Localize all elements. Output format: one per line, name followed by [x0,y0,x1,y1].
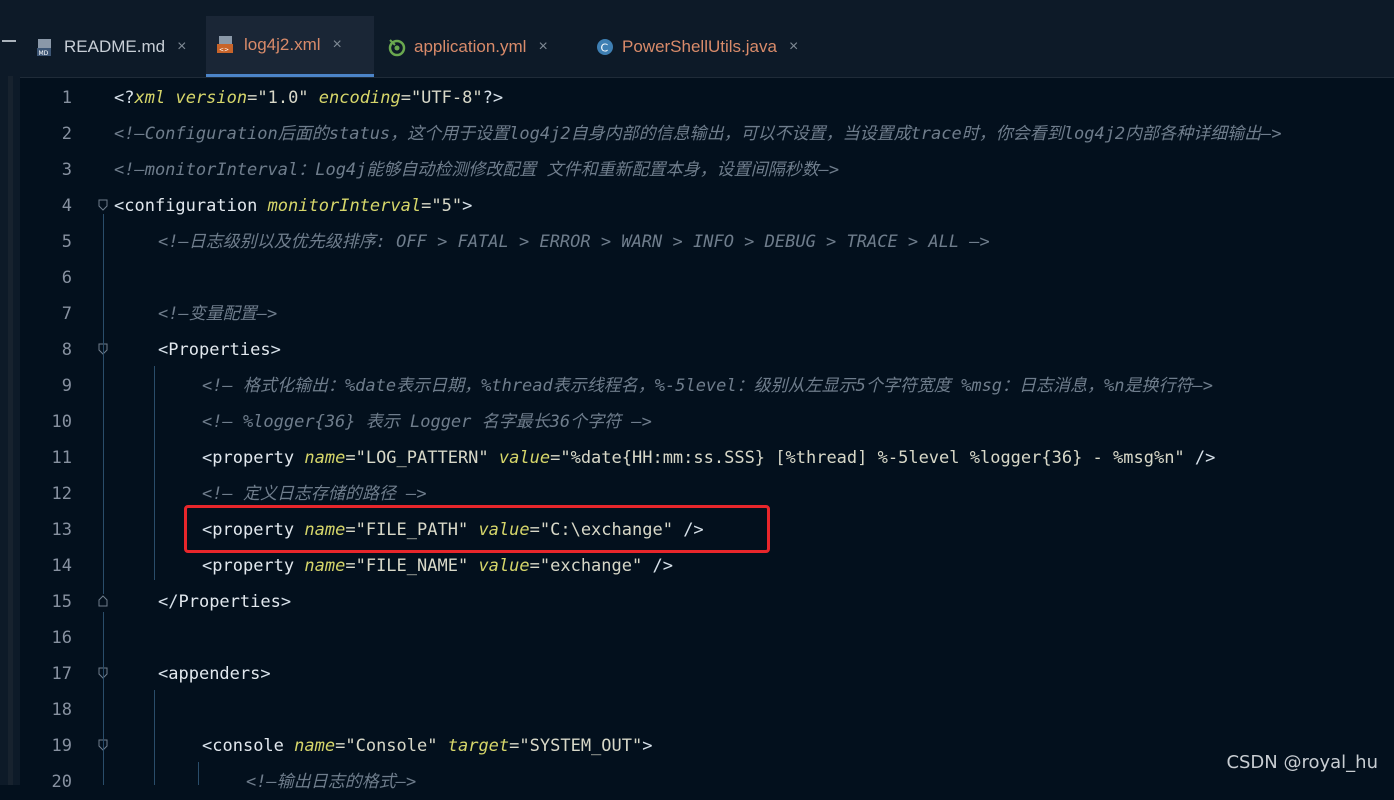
code-line-19: <console name="Console" target="SYSTEM_O… [202,728,652,764]
line-number: 15 [20,584,72,620]
code-line-1: <?xml version="1.0" encoding="UTF-8"?> [114,80,503,116]
line-number: 12 [20,476,72,512]
left-tool-strip [0,16,20,785]
line-number: 8 [20,332,72,368]
tab-label: PowerShellUtils.java [622,37,777,57]
code-line-8: <Properties> [158,332,281,368]
top-toolbar [0,0,1394,16]
line-number: 10 [20,404,72,440]
tab-log4j2-xml[interactable]: <> log4j2.xml × [206,16,374,77]
yaml-file-icon [386,36,408,58]
close-icon[interactable]: × [538,38,547,56]
collapse-handle-icon[interactable] [2,40,16,42]
line-number: 3 [20,152,72,188]
line-number: 14 [20,548,72,584]
line-number: 4 [20,188,72,224]
line-number: 6 [20,260,72,296]
highlight-annotation-box [184,505,770,553]
markdown-file-icon: MD [36,36,58,58]
line-number: 19 [20,728,72,764]
line-number: 16 [20,620,72,656]
tab-label: application.yml [414,37,526,57]
line-number: 1 [20,80,72,116]
code-line-3: <!—monitorInterval：Log4j能够自动检测修改配置 文件和重新… [114,152,839,188]
line-number: 13 [20,512,72,548]
code-line-7: <!—变量配置—> [158,296,277,332]
code-editor[interactable]: <?xml version="1.0" encoding="UTF-8"?> <… [92,78,1394,785]
svg-text:C: C [601,41,609,54]
tab-application-yml[interactable]: application.yml × [376,16,558,77]
line-number-gutter: 1 2 3 4 5 6 7 8 9 10 11 12 13 14 15 16 1… [20,78,92,785]
tab-powershellutils-java[interactable]: C PowerShellUtils.java × [584,16,808,77]
code-line-14: <property name="FILE_NAME" value="exchan… [202,548,673,584]
tab-label: log4j2.xml [244,35,321,55]
close-icon[interactable]: × [333,36,342,54]
code-line-11: <property name="LOG_PATTERN" value="%dat… [202,440,1215,476]
line-number: 9 [20,368,72,404]
svg-text:<>: <> [219,47,229,54]
watermark: CSDN @royal_hu [1226,752,1378,773]
code-line-9: <!— 格式化输出：%date表示日期，%thread表示线程名，%-5leve… [202,368,1213,404]
code-line-20: <!—输出日志的格式—> [246,764,416,800]
tab-readme[interactable]: MD README.md × [26,16,196,77]
code-line-2: <!—Configuration后面的status，这个用于设置log4j2自身… [114,116,1282,152]
close-icon[interactable]: × [177,38,186,56]
line-number: 7 [20,296,72,332]
code-line-17: <appenders> [158,656,271,692]
code-line-10: <!— %logger{36} 表示 Logger 名字最长36个字符 —> [202,404,652,440]
close-icon[interactable]: × [789,38,798,56]
code-line-15: </Properties> [158,584,291,620]
java-class-icon: C [594,36,616,58]
line-number: 5 [20,224,72,260]
line-number: 2 [20,116,72,152]
tab-label: README.md [64,37,165,57]
code-line-5: <!—日志级别以及优先级排序: OFF > FATAL > ERROR > WA… [158,224,990,260]
line-number: 20 [20,764,72,800]
svg-text:MD: MD [39,50,49,57]
xml-file-icon: <> [216,34,238,56]
scrollbar[interactable] [8,76,13,785]
line-number: 18 [20,692,72,728]
line-number: 17 [20,656,72,692]
code-line-4: <configuration monitorInterval="5"> [114,188,472,224]
line-number: 11 [20,440,72,476]
editor-tab-bar: MD README.md × <> log4j2.xml × applicati… [20,16,1394,78]
